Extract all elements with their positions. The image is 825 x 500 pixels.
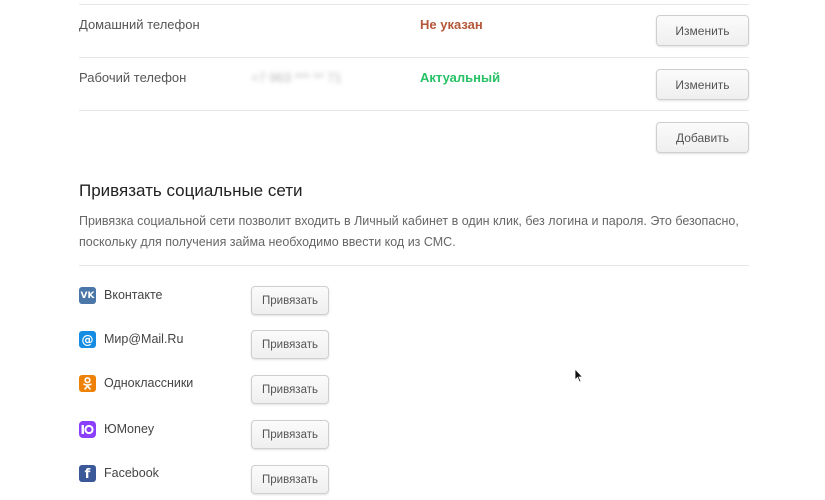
mouse-cursor-icon	[574, 368, 584, 383]
phone-row-work: Рабочий телефон +7 963 *** ** 71 Актуаль…	[79, 70, 749, 110]
row-divider	[79, 57, 749, 58]
section-title: Привязать социальные сети	[79, 181, 303, 200]
phone-row-home: Домашний телефон Не указан	[79, 17, 749, 57]
social-item-yoomoney: ЮMoney	[79, 421, 379, 451]
change-work-phone-button[interactable]: Изменить	[656, 69, 749, 100]
social-name: Одноклассники	[104, 376, 194, 390]
change-home-phone-button[interactable]: Изменить	[656, 15, 749, 46]
vk-icon: VK	[79, 287, 96, 304]
social-item-mailru: @ Мир@Mail.Ru	[79, 331, 379, 361]
phone-number: +7 963 *** ** 71	[251, 70, 342, 85]
yoomoney-icon	[79, 421, 96, 438]
odnoklassniki-icon	[79, 375, 96, 392]
top-divider	[79, 4, 749, 5]
social-name: ЮMoney	[104, 422, 155, 436]
mailru-icon: @	[79, 331, 96, 348]
social-name: Facebook	[104, 466, 159, 480]
phone-status: Не указан	[420, 17, 483, 32]
phone-label: Рабочий телефон	[79, 70, 187, 85]
social-item-vk: VK Вконтакте	[79, 287, 379, 317]
phone-label: Домашний телефон	[79, 17, 200, 32]
social-item-odnoklassniki: Одноклассники	[79, 375, 379, 405]
facebook-icon: f	[79, 465, 96, 482]
link-vk-button[interactable]: Привязать	[251, 286, 329, 315]
social-name: Вконтакте	[104, 288, 163, 302]
link-facebook-button[interactable]: Привязать	[251, 465, 329, 494]
link-odnoklassniki-button[interactable]: Привязать	[251, 375, 329, 404]
row-divider	[79, 110, 749, 111]
section-description: Привязка социальной сети позволит входит…	[79, 214, 739, 249]
link-mailru-button[interactable]: Привязать	[251, 330, 329, 359]
section-divider	[79, 265, 749, 266]
add-phone-button[interactable]: Добавить	[656, 122, 749, 153]
link-yoomoney-button[interactable]: Привязать	[251, 420, 329, 449]
social-item-facebook: f Facebook	[79, 465, 379, 495]
social-name: Мир@Mail.Ru	[104, 332, 184, 346]
phone-status: Актуальный	[420, 70, 501, 85]
